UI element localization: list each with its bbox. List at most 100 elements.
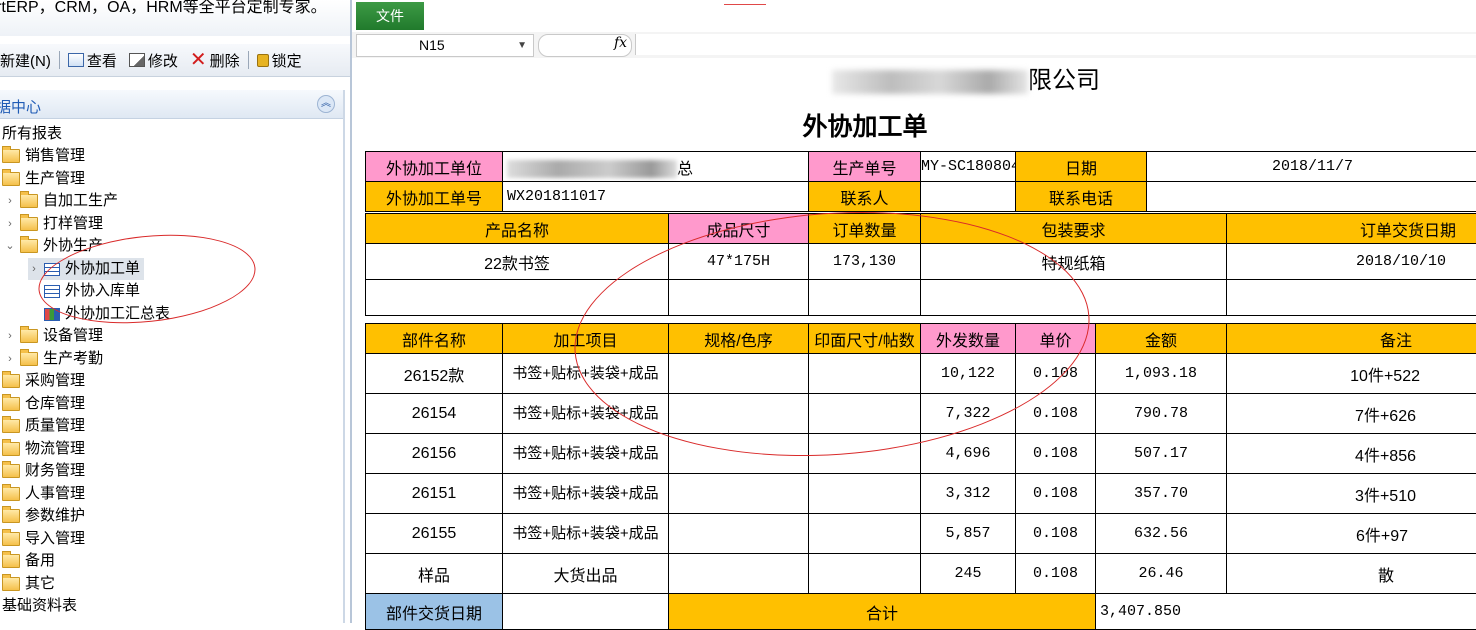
unit-price-cell[interactable]: 0.108 — [1016, 554, 1096, 594]
tree-item-params[interactable]: 参数维护 — [2, 505, 85, 527]
processor-label-cell[interactable]: 外协加工单位 — [366, 152, 503, 182]
folder-icon — [2, 172, 20, 186]
remark-header[interactable]: 备注 — [1227, 324, 1476, 354]
edit-button[interactable]: 修改 — [123, 47, 184, 73]
expand-arrow-icon[interactable]: › — [4, 325, 16, 347]
function-icon[interactable]: fx — [614, 35, 627, 51]
total-label-cell[interactable]: 合计 — [669, 594, 1096, 630]
delivery-date-cell[interactable]: 2018/10/10 — [1227, 244, 1476, 280]
tree-item-equipment[interactable]: ›设备管理 — [4, 325, 103, 347]
amount-cell[interactable]: 1,093.18 — [1096, 354, 1227, 394]
view-button[interactable]: 查看 — [62, 47, 123, 73]
prod-no-label-cell[interactable]: 生产单号 — [809, 152, 921, 182]
expand-arrow-icon[interactable]: › — [28, 258, 40, 280]
tree-item-sample[interactable]: ›打样管理 — [4, 213, 103, 235]
remark-cell[interactable]: 3件+510 — [1227, 474, 1476, 514]
delivery-date-value-cell[interactable] — [503, 594, 669, 630]
part-name-cell[interactable]: 26154 — [366, 394, 503, 434]
spec-cell[interactable] — [669, 474, 809, 514]
tree-item-purchase[interactable]: 采购管理 — [2, 370, 85, 392]
tree-item-import[interactable]: 导入管理 — [2, 528, 85, 550]
part-name-cell[interactable]: 26152款 — [366, 354, 503, 394]
amount-header[interactable]: 金额 — [1096, 324, 1227, 354]
amount-cell[interactable]: 357.70 — [1096, 474, 1227, 514]
tree-item-finance[interactable]: 财务管理 — [2, 460, 85, 482]
expand-arrow-icon[interactable]: › — [4, 190, 16, 212]
tree-item-sales[interactable]: 销售管理 — [2, 145, 85, 167]
formula-input[interactable] — [635, 34, 1476, 55]
collapse-icon[interactable]: ︽ — [317, 95, 335, 113]
amount-cell[interactable]: 26.46 — [1096, 554, 1227, 594]
remark-cell[interactable]: 散 — [1227, 554, 1476, 594]
new-button[interactable]: 新建(N) — [0, 47, 57, 73]
part-name-cell[interactable]: 26156 — [366, 434, 503, 474]
date-value-cell[interactable]: 2018/11/7 — [1147, 152, 1476, 182]
process-cell[interactable]: 书签+贴标+装袋+成品 — [503, 514, 669, 554]
phone-label-cell[interactable]: 联系电话 — [1016, 182, 1147, 212]
remark-cell[interactable]: 6件+97 — [1227, 514, 1476, 554]
contact-label-cell[interactable]: 联系人 — [809, 182, 921, 212]
phone-value-cell[interactable] — [1147, 182, 1476, 212]
part-name-header[interactable]: 部件名称 — [366, 324, 503, 354]
expand-arrow-icon[interactable]: › — [4, 348, 16, 370]
lock-button[interactable]: 锁定 — [251, 47, 308, 73]
remark-cell[interactable]: 7件+626 — [1227, 394, 1476, 434]
delivery-date-label-cell[interactable]: 部件交货日期 — [366, 594, 503, 630]
part-name-cell[interactable]: 26151 — [366, 474, 503, 514]
remark-cell[interactable]: 4件+856 — [1227, 434, 1476, 474]
folder-icon — [2, 374, 20, 388]
amount-cell[interactable]: 507.17 — [1096, 434, 1227, 474]
delivery-date-header[interactable]: 订单交货日期 — [1227, 214, 1476, 244]
tree-item-hr[interactable]: 人事管理 — [2, 483, 85, 505]
prod-no-value-cell[interactable]: MY-SC1808041 — [921, 152, 1016, 182]
tree-item-root[interactable]: 所有报表 — [2, 123, 62, 145]
spec-cell[interactable] — [669, 554, 809, 594]
delete-button[interactable]: ✕ 删除 — [184, 47, 246, 73]
tree-item-other[interactable]: 其它 — [2, 573, 55, 595]
unit-price-cell[interactable]: 0.108 — [1016, 474, 1096, 514]
tree-item-attendance[interactable]: ›生产考勤 — [4, 348, 103, 370]
empty-cell[interactable] — [1227, 280, 1476, 316]
total-value-cell[interactable]: 3,407.850 — [1096, 594, 1476, 630]
product-name-header[interactable]: 产品名称 — [366, 214, 669, 244]
data-center-panel: 据中心 ︽ 所有报表 销售管理 生产管理 ›自加工生产 ›打样管理 ⌄外协生产 — [0, 90, 345, 623]
part-name-cell[interactable]: 样品 — [366, 554, 503, 594]
order-no-label-cell[interactable]: 外协加工单号 — [366, 182, 503, 212]
amount-cell[interactable]: 632.56 — [1096, 514, 1227, 554]
edit-button-label: 修改 — [148, 50, 178, 71]
processor-value-cell[interactable]: 总 — [503, 152, 809, 182]
print-size-cell[interactable] — [809, 474, 921, 514]
date-label-cell[interactable]: 日期 — [1016, 152, 1147, 182]
tree-item-production[interactable]: 生产管理 — [2, 168, 85, 190]
contact-value-cell[interactable] — [921, 182, 1016, 212]
order-no-value-cell[interactable]: WX201811017 — [503, 182, 809, 212]
process-cell[interactable]: 书签+贴标+装袋+成品 — [503, 474, 669, 514]
process-cell[interactable]: 大货出品 — [503, 554, 669, 594]
amount-cell[interactable]: 790.78 — [1096, 394, 1227, 434]
out-qty-cell[interactable]: 245 — [921, 554, 1016, 594]
unit-price-cell[interactable]: 0.108 — [1016, 514, 1096, 554]
unit-price-cell[interactable]: 0.108 — [1016, 434, 1096, 474]
part-name-cell[interactable]: 26155 — [366, 514, 503, 554]
tree-item-warehouse[interactable]: 仓库管理 — [2, 393, 85, 415]
remark-cell[interactable]: 10件+522 — [1227, 354, 1476, 394]
folder-icon — [20, 194, 38, 208]
expand-arrow-icon[interactable]: › — [4, 213, 16, 235]
out-qty-cell[interactable]: 3,312 — [921, 474, 1016, 514]
print-size-cell[interactable] — [809, 554, 921, 594]
tree-item-quality[interactable]: 质量管理 — [2, 415, 85, 437]
tree-item-basic[interactable]: 基础资料表 — [2, 595, 77, 617]
name-box[interactable]: N15 ▼ — [356, 34, 534, 57]
tree-item-logistics[interactable]: 物流管理 — [2, 438, 85, 460]
out-qty-cell[interactable]: 5,857 — [921, 514, 1016, 554]
spec-cell[interactable] — [669, 514, 809, 554]
collapse-arrow-icon[interactable]: ⌄ — [4, 235, 16, 257]
file-tab[interactable]: 文件 — [356, 2, 424, 30]
sheet-area: 限公司 外协加工单 外协加工单位 总 生产单号 MY-SC1808041 日期 … — [352, 58, 1476, 623]
tree-item-self-production[interactable]: ›自加工生产 — [4, 190, 118, 212]
dropdown-arrow-icon[interactable]: ▼ — [517, 35, 527, 56]
tree-item-backup[interactable]: 备用 — [2, 550, 55, 572]
process-cell[interactable]: 书签+贴标+装袋+成品 — [503, 434, 669, 474]
toolbar-separator — [59, 51, 60, 69]
print-size-cell[interactable] — [809, 514, 921, 554]
